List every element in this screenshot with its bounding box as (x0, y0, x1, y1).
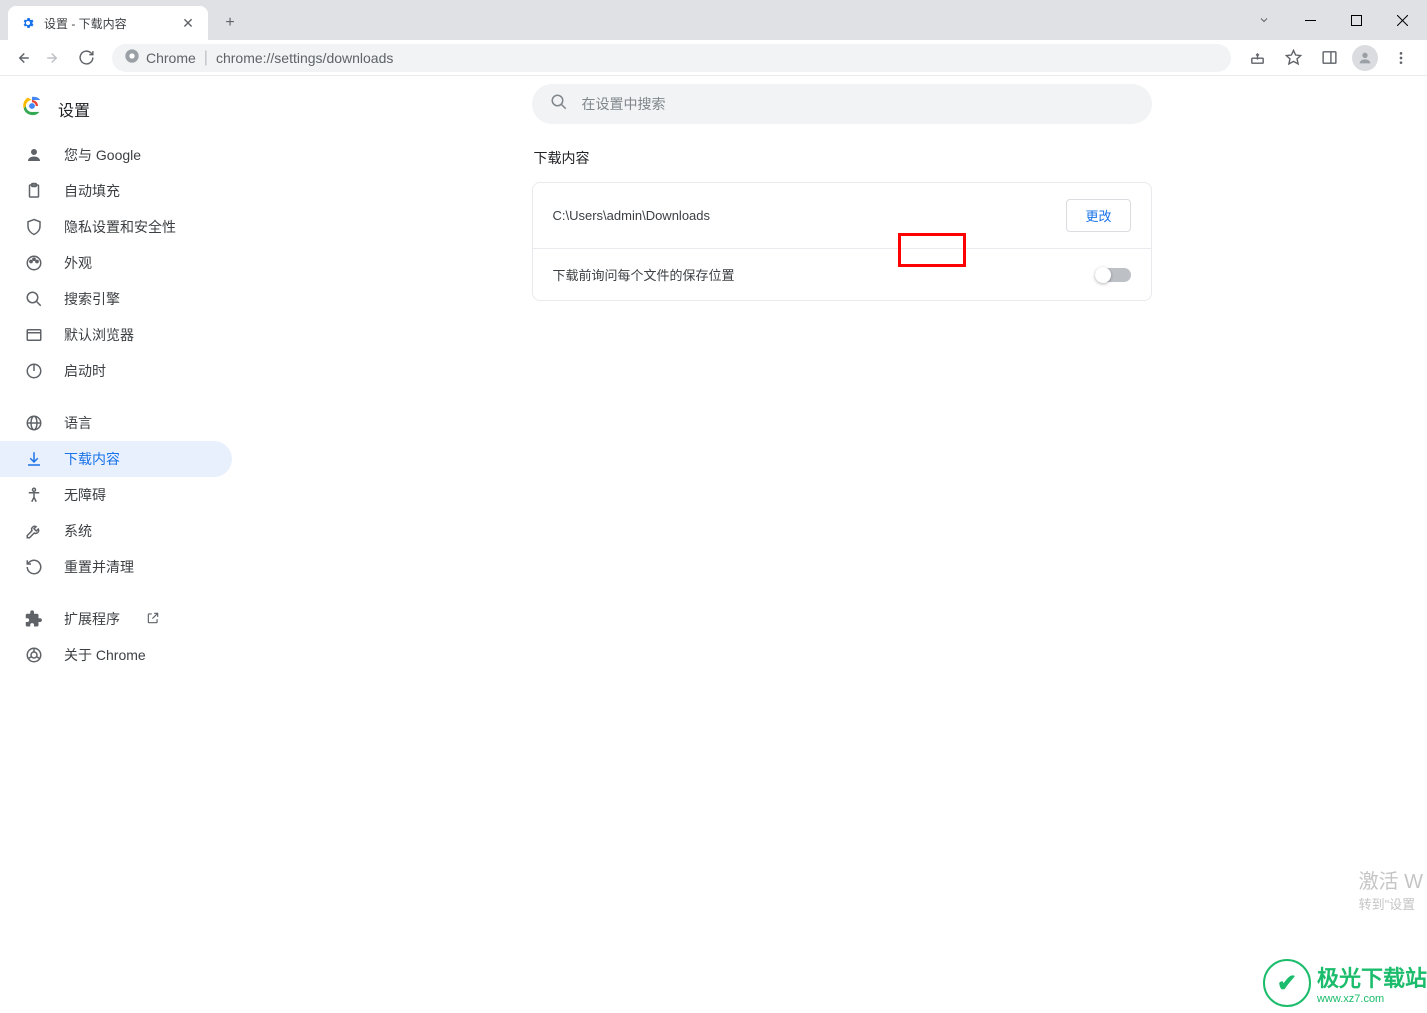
ask-before-download-label: 下载前询问每个文件的保存位置 (553, 265, 1095, 284)
download-location-row: C:\Users\admin\Downloads 更改 (533, 183, 1151, 248)
sidebar-item-about[interactable]: 关于 Chrome (0, 637, 232, 673)
settings-search-input[interactable] (582, 96, 1134, 112)
nav-label: 无障碍 (64, 485, 106, 505)
download-location-path: C:\Users\admin\Downloads (553, 208, 1067, 223)
chrome-logo-icon (22, 96, 42, 121)
profile-button[interactable] (1351, 44, 1379, 72)
wrench-icon (24, 521, 44, 541)
settings-search[interactable] (532, 84, 1152, 124)
change-location-button[interactable]: 更改 (1066, 199, 1130, 232)
sidebar-item-downloads[interactable]: 下载内容 (0, 441, 232, 477)
browser-titlebar: 设置 - 下载内容 ✕ + (0, 0, 1427, 40)
extension-icon (24, 609, 44, 629)
downloads-card: C:\Users\admin\Downloads 更改 下载前询问每个文件的保存… (532, 182, 1152, 301)
address-bar[interactable]: Chrome | chrome://settings/downloads (112, 44, 1231, 72)
nav-label: 隐私设置和安全性 (64, 217, 176, 237)
nav-label: 您与 Google (64, 145, 141, 165)
menu-button[interactable] (1387, 44, 1415, 72)
omnibox-separator: | (204, 49, 208, 67)
url-text: chrome://settings/downloads (216, 50, 393, 66)
tab-close-button[interactable]: ✕ (180, 15, 196, 31)
side-panel-icon[interactable] (1315, 44, 1343, 72)
nav-label: 外观 (64, 253, 92, 273)
sidebar-item-extensions[interactable]: 扩展程序 (0, 601, 232, 637)
minimize-button[interactable] (1287, 4, 1333, 36)
sidebar-item-accessibility[interactable]: 无障碍 (0, 477, 232, 513)
sidebar-item-privacy[interactable]: 隐私设置和安全性 (0, 209, 232, 245)
site-info-chip[interactable]: Chrome (124, 48, 196, 67)
window-controls (1241, 0, 1427, 40)
power-icon (24, 361, 44, 381)
forward-button[interactable] (40, 44, 68, 72)
back-button[interactable] (8, 44, 36, 72)
close-window-button[interactable] (1379, 4, 1425, 36)
new-tab-button[interactable]: + (216, 9, 244, 37)
site-logo-icon: ✔ (1263, 959, 1311, 1007)
nav-label: 关于 Chrome (64, 645, 146, 665)
globe-icon (24, 413, 44, 433)
settings-sidebar: 设置 您与 Google 自动填充 隐私设置和安全性 外观 搜索引擎 默认浏览器… (0, 76, 256, 1013)
sidebar-item-languages[interactable]: 语言 (0, 405, 232, 441)
nav-label: 搜索引擎 (64, 289, 120, 309)
reload-button[interactable] (72, 44, 100, 72)
palette-icon (24, 253, 44, 273)
nav-label: 重置并清理 (64, 557, 134, 577)
section-title-downloads: 下载内容 (532, 148, 1152, 168)
nav-label: 默认浏览器 (64, 325, 134, 345)
search-icon (24, 289, 44, 309)
tabs-dropdown-button[interactable] (1241, 4, 1287, 36)
browser-icon (24, 325, 44, 345)
accessibility-icon (24, 485, 44, 505)
sidebar-item-search-engine[interactable]: 搜索引擎 (0, 281, 232, 317)
bookmark-icon[interactable] (1279, 44, 1307, 72)
activate-windows-watermark: 激活 W 转到"设置 (1359, 865, 1427, 913)
sidebar-item-reset[interactable]: 重置并清理 (0, 549, 232, 585)
nav-label: 启动时 (64, 361, 106, 381)
ask-before-download-toggle[interactable] (1095, 267, 1131, 283)
sidebar-item-default-browser[interactable]: 默认浏览器 (0, 317, 232, 353)
download-icon (24, 449, 44, 469)
site-watermark: ✔ 极光下载站 www.xz7.com (1263, 959, 1427, 1007)
nav-label: 下载内容 (64, 449, 120, 469)
restore-icon (24, 557, 44, 577)
tab-title: 设置 - 下载内容 (44, 15, 172, 32)
clipboard-icon (24, 181, 44, 201)
share-icon[interactable] (1243, 44, 1271, 72)
search-icon (550, 93, 568, 116)
sidebar-item-system[interactable]: 系统 (0, 513, 232, 549)
sidebar-item-on-startup[interactable]: 启动时 (0, 353, 232, 389)
external-link-icon (146, 611, 162, 627)
sidebar-title: 设置 (58, 97, 90, 121)
shield-icon (24, 217, 44, 237)
nav-label: 自动填充 (64, 181, 120, 201)
browser-toolbar: Chrome | chrome://settings/downloads (0, 40, 1427, 76)
ask-before-download-row: 下载前询问每个文件的保存位置 (533, 248, 1151, 300)
chrome-outline-icon (24, 645, 44, 665)
maximize-button[interactable] (1333, 4, 1379, 36)
sidebar-item-appearance[interactable]: 外观 (0, 245, 232, 281)
person-icon (24, 145, 44, 165)
browser-tab[interactable]: 设置 - 下载内容 ✕ (8, 6, 208, 40)
nav-label: 系统 (64, 521, 92, 541)
sidebar-item-you-and-google[interactable]: 您与 Google (0, 137, 232, 173)
chip-label: Chrome (146, 50, 196, 66)
nav-label: 扩展程序 (64, 609, 120, 629)
chrome-icon (124, 48, 140, 67)
sidebar-item-autofill[interactable]: 自动填充 (0, 173, 232, 209)
gear-icon (20, 15, 36, 31)
nav-label: 语言 (64, 413, 92, 433)
settings-main: 下载内容 C:\Users\admin\Downloads 更改 下载前询问每个… (256, 76, 1427, 1013)
